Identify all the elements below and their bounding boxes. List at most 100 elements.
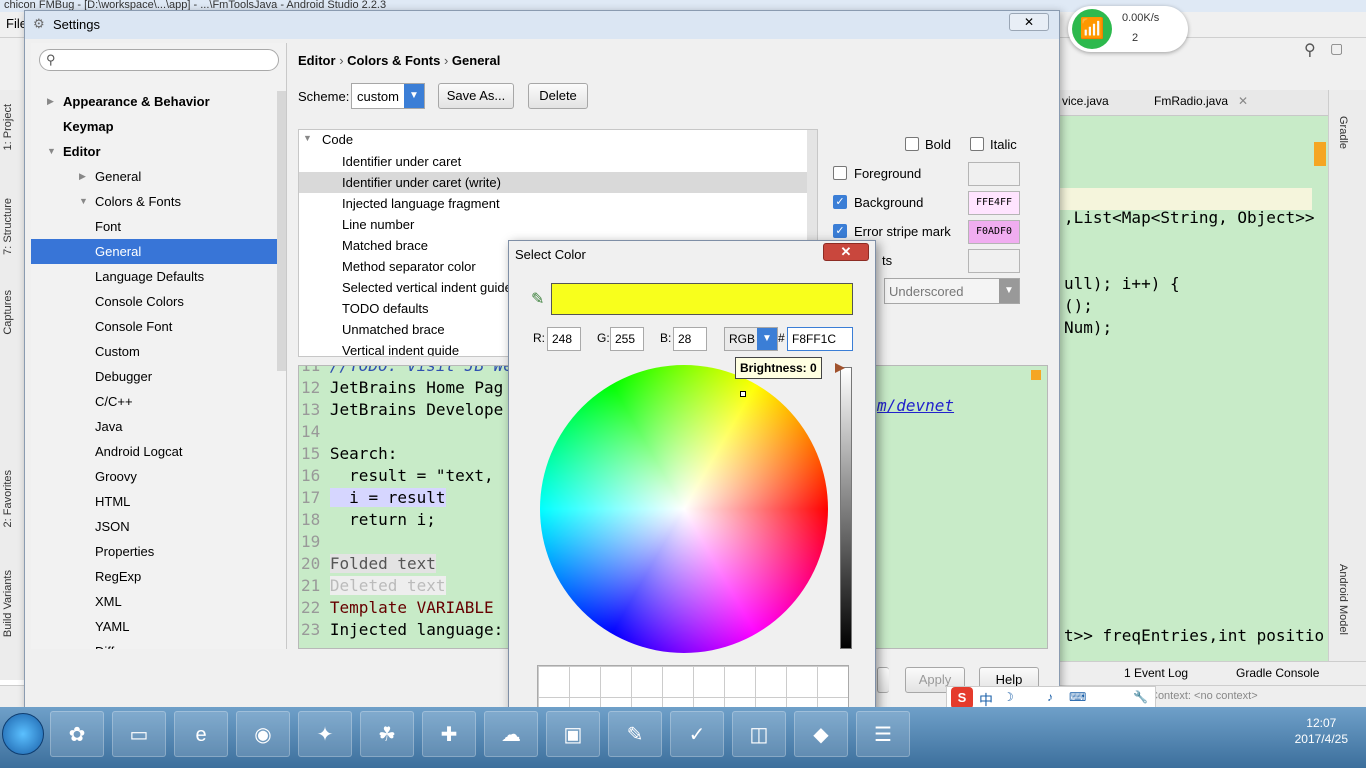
editor-tab[interactable]: vice.java [1062, 94, 1109, 108]
error-stripe-marker[interactable] [1314, 142, 1326, 166]
save-as-button[interactable]: Save As... [438, 83, 514, 109]
tree-item[interactable]: Font [31, 214, 286, 239]
attribute-item[interactable]: Injected language fragment [299, 193, 817, 214]
expand-arrow-icon[interactable]: ▼ [79, 189, 88, 214]
expand-arrow-icon[interactable]: ▼ [303, 133, 312, 143]
vm-icon[interactable]: ◫ [732, 711, 786, 757]
foreground-color-box[interactable] [968, 162, 1020, 186]
tree-item[interactable]: JSON [31, 514, 286, 539]
preview-link[interactable]: m/devnet [877, 396, 954, 415]
tree-item[interactable]: Keymap [31, 114, 286, 139]
tree-item[interactable]: YAML [31, 614, 286, 639]
code-editor[interactable]: ,List<Map<String, Object>> ull); i++) { … [1060, 116, 1328, 661]
editor-tab-fmradio[interactable]: FmRadio.java [1154, 94, 1228, 108]
r-input[interactable]: 248 [547, 327, 581, 351]
tree-item-label: Groovy [95, 469, 137, 484]
settings-close-button[interactable]: ✕ [1009, 13, 1049, 31]
project-tool-tab[interactable]: 1: Project [2, 104, 14, 150]
collapse-arrow-icon[interactable]: ▶ [47, 89, 54, 114]
structure-tool-tab[interactable]: 7: Structure [2, 198, 14, 255]
delete-button[interactable]: Delete [528, 83, 588, 109]
ime-mic-icon[interactable]: ♪ [1047, 690, 1053, 704]
ime-wrench-icon[interactable]: 🔧 [1133, 690, 1148, 704]
background-color-box[interactable]: FFE4FF [968, 191, 1020, 215]
tree-item[interactable]: Console Colors [31, 289, 286, 314]
ime-keyboard-icon[interactable]: ⌨ [1069, 690, 1086, 704]
attribute-item[interactable]: Identifier under caret [299, 151, 817, 172]
expand-arrow-icon[interactable]: ▼ [47, 139, 56, 164]
explorer-icon[interactable]: ▭ [112, 711, 166, 757]
ime-moon-icon[interactable]: ☽ [1003, 690, 1014, 704]
search-everywhere-icon[interactable]: ⚲ [1304, 40, 1316, 60]
italic-checkbox[interactable] [970, 137, 984, 151]
network-speed-widget[interactable]: 📶 0.00K/s 2 [1068, 6, 1188, 52]
android-model-tool-tab[interactable]: Android Model [1337, 564, 1349, 635]
brightness-slider[interactable] [840, 367, 852, 649]
tree-item[interactable]: HTML [31, 489, 286, 514]
tree-item[interactable]: Diff [31, 639, 286, 649]
collapse-arrow-icon[interactable]: ▶ [79, 164, 86, 189]
bold-checkbox[interactable] [905, 137, 919, 151]
g-input[interactable]: 255 [610, 327, 644, 351]
effects-color-box[interactable] [968, 249, 1020, 273]
tree-item[interactable]: RegExp [31, 564, 286, 589]
document-icon[interactable]: ☰ [856, 711, 910, 757]
error-stripe-checkbox[interactable]: ✓ [833, 224, 847, 238]
editor-icon[interactable]: ✓ [670, 711, 724, 757]
browser-e-icon[interactable]: e [174, 711, 228, 757]
evernote-icon[interactable]: ☘ [360, 711, 414, 757]
build-variants-tool-tab[interactable]: Build Variants [2, 570, 14, 637]
eyedropper-icon[interactable]: ✎ [531, 289, 544, 309]
color-dialog-close-button[interactable]: ✕ [823, 243, 869, 261]
event-log-tab[interactable]: 1 Event Log [1124, 666, 1188, 680]
attribute-item[interactable]: Identifier under caret (write) [299, 172, 817, 193]
background-checkbox[interactable]: ✓ [833, 195, 847, 209]
tree-scrollbar[interactable] [277, 91, 286, 371]
b-input[interactable]: 28 [673, 327, 707, 351]
tree-item[interactable]: Android Logcat [31, 439, 286, 464]
foreground-checkbox[interactable] [833, 166, 847, 180]
line-number: 23 [301, 620, 321, 639]
tree-item[interactable]: Console Font [31, 314, 286, 339]
ok-button-edge[interactable] [877, 667, 889, 693]
brightness-handle[interactable] [835, 363, 845, 373]
gradle-console-tab[interactable]: Gradle Console [1236, 666, 1319, 680]
close-tab-icon[interactable]: ✕ [1238, 94, 1248, 108]
tree-item[interactable]: Properties [31, 539, 286, 564]
attribute-item[interactable]: Line number [299, 214, 817, 235]
settings-icon[interactable]: ▢ [1330, 40, 1343, 57]
gradle-tool-tab[interactable]: Gradle [1337, 116, 1349, 149]
tree-item[interactable]: Language Defaults [31, 264, 286, 289]
color-mode-select[interactable]: RGB ▼ [724, 327, 778, 351]
tree-item[interactable]: ▼ Colors & Fonts [31, 189, 286, 214]
git-icon[interactable]: ◆ [794, 711, 848, 757]
wechat-icon[interactable]: ☁ [484, 711, 538, 757]
tree-item[interactable]: ▶ General [31, 164, 286, 189]
tree-item[interactable]: XML [31, 589, 286, 614]
notes-icon[interactable]: ✎ [608, 711, 662, 757]
hex-input[interactable]: F8FF1C [787, 327, 853, 351]
tree-item[interactable]: Custom [31, 339, 286, 364]
tree-item[interactable]: Debugger [31, 364, 286, 389]
favorites-tool-tab[interactable]: 2: Favorites [2, 470, 14, 527]
tree-item[interactable]: ▼ Editor [31, 139, 286, 164]
tree-item[interactable]: ▶ Appearance & Behavior [31, 89, 286, 114]
pdf-reader-icon[interactable]: ✦ [298, 711, 352, 757]
color-wheel-marker[interactable] [740, 391, 746, 397]
effects-select[interactable]: Underscored ▼ [884, 278, 1020, 304]
captures-tool-tab[interactable]: Captures [2, 290, 14, 335]
tree-item[interactable]: General [31, 239, 286, 264]
system-clock[interactable]: 12:07 2017/4/25 [1295, 715, 1348, 747]
settings-search-input[interactable]: ⚲ [39, 49, 279, 71]
start-button[interactable] [2, 713, 44, 755]
error-stripe-color-box[interactable]: F0ADF0 [968, 220, 1020, 244]
app-360-icon[interactable]: ✿ [50, 711, 104, 757]
tree-item[interactable]: Java [31, 414, 286, 439]
chrome-icon[interactable]: ◉ [236, 711, 290, 757]
color-wheel[interactable] [540, 365, 828, 653]
android-studio-icon[interactable]: ✚ [422, 711, 476, 757]
scheme-select[interactable]: custom ▼ [351, 83, 425, 109]
tree-item[interactable]: Groovy [31, 464, 286, 489]
tree-item[interactable]: C/C++ [31, 389, 286, 414]
terminal-icon[interactable]: ▣ [546, 711, 600, 757]
